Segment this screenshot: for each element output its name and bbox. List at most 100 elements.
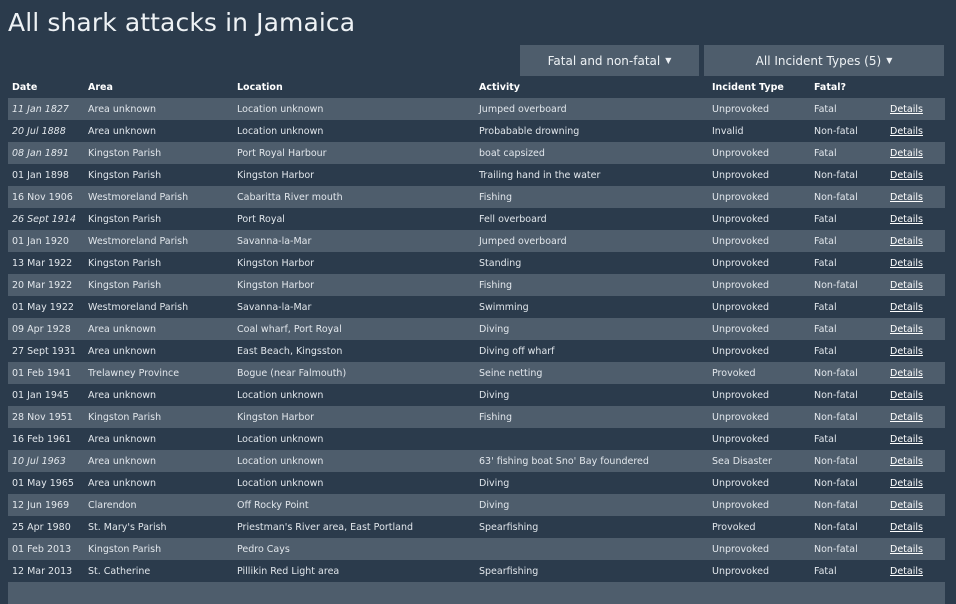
cell-incident-type: Invalid	[712, 125, 744, 137]
caret-down-icon: ▼	[665, 56, 672, 65]
cell-date: 28 Nov 1951	[12, 411, 73, 423]
cell-incident-type: Unprovoked	[712, 323, 769, 335]
cell-location: Kingston Harbor	[237, 279, 315, 291]
cell-area: Trelawney Province	[88, 367, 180, 379]
cell-incident-type: Unprovoked	[712, 345, 769, 357]
cell-fatal: Non-fatal	[814, 389, 858, 401]
details-link[interactable]: Details	[890, 192, 923, 203]
cell-area: Kingston Parish	[88, 279, 162, 291]
incident-type-filter-dropdown[interactable]: All Incident Types (5) ▼	[704, 45, 944, 76]
cell-details: Details	[886, 450, 945, 472]
table-row: 16 Feb 1961 Area unknown Location unknown U…	[8, 428, 945, 450]
cell-activity: Diving	[479, 323, 510, 335]
cell-fatal: Non-fatal	[814, 521, 858, 533]
details-link[interactable]: Details	[890, 368, 923, 379]
cell-activity: Fishing	[479, 411, 513, 423]
cell-details: Details	[886, 186, 945, 208]
cell-location: Kingston Harbor	[237, 169, 315, 181]
cell-location: Savanna-la-Mar	[237, 301, 312, 313]
details-link[interactable]: Details	[890, 346, 923, 357]
cell-fatal: Fatal	[814, 257, 837, 269]
cell-date: 26 Sept 1914	[12, 213, 76, 225]
cell-fatal: Non-fatal	[814, 499, 858, 511]
cell-activity: Seine netting	[479, 367, 543, 379]
details-link[interactable]: Details	[890, 456, 923, 467]
details-link[interactable]: Details	[890, 302, 923, 313]
cell-activity	[475, 428, 708, 450]
cell-activity: Swimming	[479, 301, 529, 313]
cell-location: East Beach, Kingsston	[237, 345, 343, 357]
cell-activity: Standing	[479, 257, 522, 269]
cell-activity: Fell overboard	[479, 213, 547, 225]
cell-area: Clarendon	[88, 499, 137, 511]
cell-location: Bogue (near Falmouth)	[237, 367, 347, 379]
table-row: 27 Sept 1931 Area unknown East Beach, King…	[8, 340, 945, 362]
cell-details: Details	[886, 208, 945, 230]
fatal-filter-dropdown[interactable]: Fatal and non-fatal ▼	[520, 45, 699, 76]
cell-location: Savanna-la-Mar	[237, 235, 312, 247]
cell-area: Area unknown	[88, 103, 157, 115]
details-link[interactable]: Details	[890, 478, 923, 489]
cell-location: Location unknown	[237, 433, 324, 445]
cell-date: 11 Jan 1827	[12, 103, 69, 115]
cell-incident-type: Unprovoked	[712, 389, 769, 401]
cell-details	[886, 582, 945, 604]
cell-activity: 63' fishing boat Sno' Bay foundered	[479, 455, 649, 467]
column-header-fatal[interactable]: Fatal?	[810, 77, 886, 98]
cell-fatal: Fatal	[814, 235, 837, 247]
cell-date: 27 Sept 1931	[12, 345, 76, 357]
column-header-date[interactable]: Date	[8, 77, 84, 98]
details-link[interactable]: Details	[890, 434, 923, 445]
details-link[interactable]: Details	[890, 522, 923, 533]
column-header-activity[interactable]: Activity	[475, 77, 708, 98]
cell-location: Location unknown	[237, 389, 324, 401]
details-link[interactable]: Details	[890, 148, 923, 159]
cell-activity: boat capsized	[479, 147, 545, 159]
cell-fatal: Fatal	[814, 565, 837, 577]
details-link[interactable]: Details	[890, 566, 923, 577]
table-row: 16 Nov 1906 Westmoreland Parish Cabaritta …	[8, 186, 945, 208]
details-link[interactable]: Details	[890, 324, 923, 335]
details-link[interactable]: Details	[890, 104, 923, 115]
cell-activity: Probabable drowning	[479, 125, 580, 137]
cell-area: Area unknown	[88, 323, 157, 335]
cell-incident-type: Unprovoked	[712, 565, 769, 577]
details-link[interactable]: Details	[890, 126, 923, 137]
page-title: All shark attacks in Jamaica	[8, 8, 356, 37]
details-link[interactable]: Details	[890, 280, 923, 291]
cell-date: 20 Jul 1888	[12, 125, 66, 137]
cell-details: Details	[886, 340, 945, 362]
cell-date: 12 Jun 1969	[12, 499, 70, 511]
cell-details: Details	[886, 362, 945, 384]
details-link[interactable]: Details	[890, 236, 923, 247]
cell-location: Location unknown	[237, 455, 324, 467]
cell-date: 01 May 1922	[12, 301, 74, 313]
cell-area: Area unknown	[88, 433, 157, 445]
details-link[interactable]: Details	[890, 544, 923, 555]
cell-activity: Fishing	[479, 191, 513, 203]
column-header-incident-type[interactable]: Incident Type	[708, 77, 810, 98]
details-link[interactable]: Details	[890, 500, 923, 511]
table-row: 01 May 1922 Westmoreland Parish Savanna-la…	[8, 296, 945, 318]
cell-fatal: Non-fatal	[814, 455, 858, 467]
cell-incident-type: Unprovoked	[712, 257, 769, 269]
cell-fatal: Non-fatal	[814, 367, 858, 379]
details-link[interactable]: Details	[890, 258, 923, 269]
cell-fatal: Fatal	[814, 345, 837, 357]
column-header-area[interactable]: Area	[84, 77, 233, 98]
cell-incident-type: Unprovoked	[712, 411, 769, 423]
table-row	[8, 582, 945, 604]
cell-incident-type: Sea Disaster	[712, 455, 772, 467]
details-link[interactable]: Details	[890, 170, 923, 181]
column-header-location[interactable]: Location	[233, 77, 475, 98]
cell-area: Kingston Parish	[88, 257, 162, 269]
details-link[interactable]: Details	[890, 214, 923, 225]
cell-location: Location unknown	[237, 125, 324, 137]
table-row: 01 Jan 1945 Area unknown Location unknown D…	[8, 384, 945, 406]
cell-area: Kingston Parish	[88, 411, 162, 423]
cell-fatal: Fatal	[814, 323, 837, 335]
cell-location: Location unknown	[237, 477, 324, 489]
details-link[interactable]: Details	[890, 412, 923, 423]
details-link[interactable]: Details	[890, 390, 923, 401]
cell-date: 12 Mar 2013	[12, 565, 73, 577]
